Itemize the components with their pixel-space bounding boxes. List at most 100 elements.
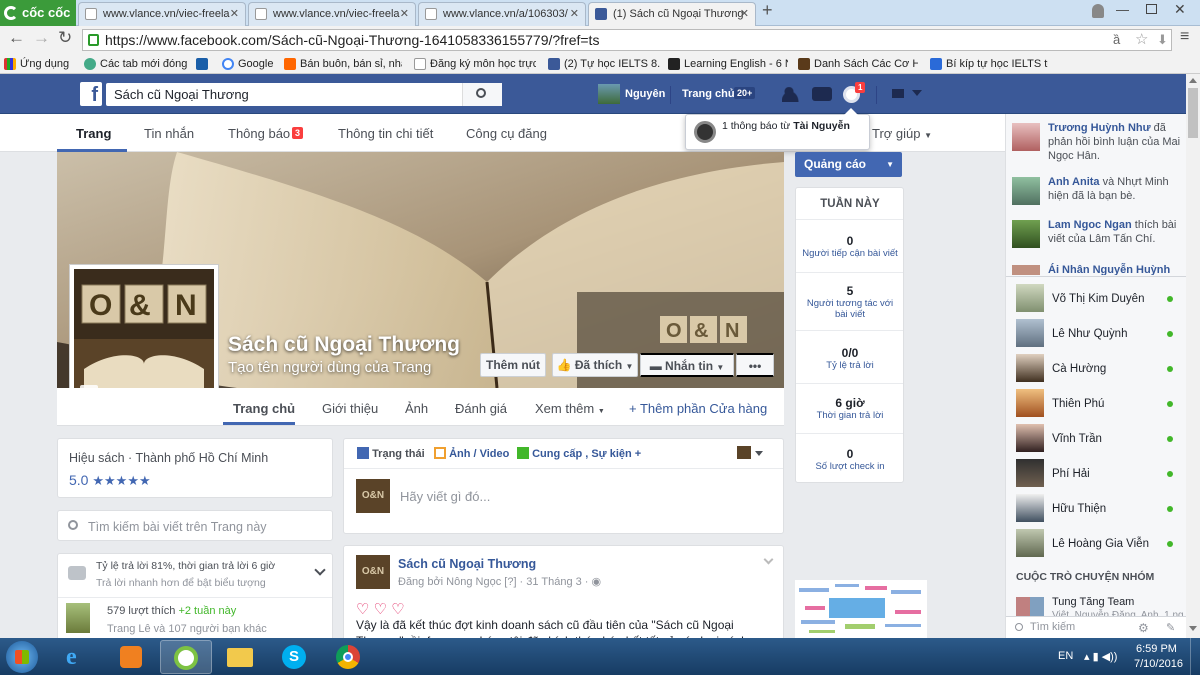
search-posts-input[interactable]: Tìm kiếm bài viết trên Trang này bbox=[88, 520, 267, 534]
composer-input[interactable]: Hãy viết gì đó... bbox=[400, 489, 490, 504]
start-button[interactable] bbox=[6, 641, 38, 673]
close-icon[interactable]: ✕ bbox=[740, 3, 749, 25]
page-username-link[interactable]: Tạo tên người dùng của Trang bbox=[228, 359, 431, 376]
ticker-item[interactable]: Anh Anita và Nhựt Minh hiện đã là bạn bè… bbox=[1012, 175, 1184, 205]
tab-more[interactable]: Xem thêm ▼ bbox=[535, 401, 605, 416]
page-scrollbar[interactable] bbox=[1186, 74, 1200, 638]
bookmark-item[interactable]: Bán buôn, bán sỉ, nhập bbox=[284, 56, 402, 72]
close-icon[interactable]: ✕ bbox=[230, 3, 239, 25]
reload-icon[interactable]: ↻ bbox=[58, 28, 72, 48]
stat-engagement[interactable]: 5 Người tương tác với bài viết bbox=[796, 284, 904, 320]
rating[interactable]: 5.0 ★★★★★ bbox=[69, 472, 151, 489]
tab-messages[interactable]: Tin nhắn bbox=[144, 126, 194, 141]
maximize-button[interactable] bbox=[1146, 4, 1157, 14]
explorer-taskbar-button[interactable] bbox=[214, 640, 266, 674]
contact-item[interactable]: Phí Hải bbox=[1016, 459, 1181, 489]
composer-tab-status[interactable]: Trạng thái bbox=[357, 447, 425, 460]
forward-icon[interactable]: → bbox=[33, 28, 50, 48]
coccoc-taskbar-button[interactable] bbox=[160, 640, 212, 674]
new-message-icon[interactable]: ✎ bbox=[1166, 621, 1175, 634]
search-input[interactable]: Sách cũ Ngoại Thương bbox=[106, 83, 502, 106]
media-taskbar-button[interactable] bbox=[106, 640, 158, 674]
tab-page[interactable]: Trang bbox=[76, 126, 111, 141]
bookmark-apps[interactable]: Ứng dụng bbox=[4, 56, 74, 72]
profile-avatar[interactable] bbox=[598, 84, 620, 104]
contact-item[interactable]: Thiên Phú bbox=[1016, 389, 1181, 419]
tab-publishing-tools[interactable]: Công cụ đăng bbox=[466, 126, 547, 141]
chat-search-input[interactable]: Tìm kiếm bbox=[1030, 621, 1075, 633]
post-author[interactable]: Sách cũ Ngoại Thương bbox=[398, 557, 536, 571]
ads-button[interactable]: Quảng cáo ▼ bbox=[795, 152, 902, 177]
contact-item[interactable]: Vĩnh Trần bbox=[1016, 424, 1181, 454]
scroll-thumb[interactable] bbox=[1188, 88, 1198, 138]
add-button[interactable]: Thêm nút bbox=[480, 353, 546, 377]
scroll-up-icon[interactable] bbox=[1189, 78, 1197, 83]
browser-tab[interactable]: www.vlance.vn/viec-freela ✕ bbox=[248, 2, 416, 26]
post-avatar[interactable]: O&N bbox=[356, 555, 390, 589]
chevron-down-icon[interactable] bbox=[912, 90, 922, 96]
home-link[interactable]: Trang chủ bbox=[682, 88, 735, 100]
profile-name[interactable]: Nguyên bbox=[625, 88, 665, 100]
tab-photos[interactable]: Ảnh bbox=[405, 401, 428, 416]
ie-taskbar-button[interactable]: e bbox=[52, 640, 104, 674]
tab-reviews[interactable]: Đánh giá bbox=[455, 401, 507, 416]
chat-settings-icon[interactable]: ⚙ bbox=[1138, 621, 1149, 635]
translate-icon[interactable]: ȁ bbox=[1113, 30, 1120, 50]
star-icon[interactable]: ☆ bbox=[1135, 30, 1148, 50]
contact-item[interactable]: Võ Thị Kim Duyên bbox=[1016, 284, 1181, 314]
chat-search-bar[interactable]: Tìm kiếm ⚙ ✎ bbox=[1006, 616, 1186, 638]
tab-home[interactable]: Trang chủ bbox=[233, 401, 295, 416]
thank-you-ad-image[interactable] bbox=[795, 580, 927, 638]
clock-date[interactable]: 7/10/2016 bbox=[1134, 658, 1183, 670]
bookmark-item[interactable]: Google bbox=[222, 56, 278, 72]
url-input[interactable]: https://www.facebook.com/Sách-cũ-Ngoại-T… bbox=[82, 29, 1172, 51]
liked-button[interactable]: 👍 Đã thích ▼ bbox=[552, 353, 638, 377]
ticker-item[interactable]: Ái Nhân Nguyễn Huỳnh bbox=[1012, 263, 1184, 275]
search-posts-box[interactable]: Tìm kiếm bài viết trên Trang này bbox=[57, 510, 333, 541]
caret-icon[interactable] bbox=[755, 451, 763, 456]
bookmark-item[interactable]: Bí kíp tự học IELTS từ bbox=[930, 56, 1048, 72]
contact-item[interactable]: Lê Như Quỳnh bbox=[1016, 319, 1181, 349]
search-button[interactable] bbox=[462, 83, 502, 106]
tray-icons[interactable]: ▴ ▮ ◀)) bbox=[1084, 650, 1117, 663]
messages-icon[interactable] bbox=[812, 87, 832, 101]
composer-tab-photo[interactable]: Ảnh / Video bbox=[434, 447, 509, 460]
page-avatar-small[interactable] bbox=[737, 446, 751, 459]
show-desktop-button[interactable] bbox=[1190, 638, 1200, 675]
skype-taskbar-button[interactable]: S bbox=[268, 640, 320, 674]
stat-response-rate[interactable]: 0/0 Tỷ lệ trả lời bbox=[796, 346, 904, 371]
composer-tab-offer[interactable]: Cung cấp , Sự kiện + bbox=[517, 447, 641, 460]
chrome-taskbar-button[interactable] bbox=[322, 640, 374, 674]
chevron-down-icon[interactable] bbox=[314, 564, 326, 576]
stat-response-time[interactable]: 6 giờ Thời gian trả lời bbox=[796, 396, 904, 421]
close-window-button[interactable]: ✕ bbox=[1174, 1, 1186, 18]
scroll-down-icon[interactable] bbox=[1189, 626, 1197, 631]
bookmark-item[interactable]: (2) Tự học IELTS 8.0 bbox=[548, 56, 660, 72]
quick-help-icon[interactable] bbox=[876, 86, 877, 104]
more-button[interactable]: ••• bbox=[736, 353, 774, 377]
tab-about[interactable]: Giới thiệu bbox=[322, 401, 378, 416]
ticker-item[interactable]: Lam Ngoc Ngan thích bài viết của Lâm Tấn… bbox=[1012, 218, 1184, 248]
bookmark-item[interactable]: Learning English - 6 N bbox=[668, 56, 788, 72]
bookmark-item[interactable]: Danh Sách Các Cơ Hộ bbox=[798, 56, 918, 72]
help-menu[interactable]: Trợ giúp ▼ bbox=[872, 126, 932, 141]
download-icon[interactable]: ⬇ bbox=[1157, 30, 1168, 50]
language-indicator[interactable]: EN bbox=[1058, 650, 1073, 662]
browser-tab-active[interactable]: (1) Sách cũ Ngoại Thương ✕ bbox=[588, 2, 756, 27]
contact-item[interactable]: Lê Hoàng Gia Viễn bbox=[1016, 529, 1181, 559]
close-icon[interactable]: ✕ bbox=[570, 3, 579, 25]
lock-settings-icon[interactable] bbox=[892, 89, 904, 98]
notification-popup[interactable]: 1 thông báo từ Tài Nguyễn bbox=[685, 108, 870, 150]
tab-insights[interactable]: Thông tin chi tiết bbox=[338, 126, 433, 141]
message-button[interactable]: ▬ Nhắn tin ▼ bbox=[640, 353, 734, 377]
close-icon[interactable]: ✕ bbox=[400, 3, 409, 25]
contact-item[interactable]: Hữu Thiện bbox=[1016, 494, 1181, 524]
back-icon[interactable]: ← bbox=[8, 28, 25, 48]
stat-checkins[interactable]: 0 Số lượt check in bbox=[796, 447, 904, 472]
coccoc-logo[interactable]: cốc cốc bbox=[0, 0, 76, 26]
menu-icon[interactable]: ≡ bbox=[1180, 28, 1189, 46]
new-tab-button[interactable]: + bbox=[762, 0, 773, 21]
bookmark-item[interactable]: Các tab mới đóng bbox=[84, 56, 192, 72]
post-options-icon[interactable] bbox=[763, 554, 774, 565]
user-icon[interactable] bbox=[1092, 4, 1104, 18]
